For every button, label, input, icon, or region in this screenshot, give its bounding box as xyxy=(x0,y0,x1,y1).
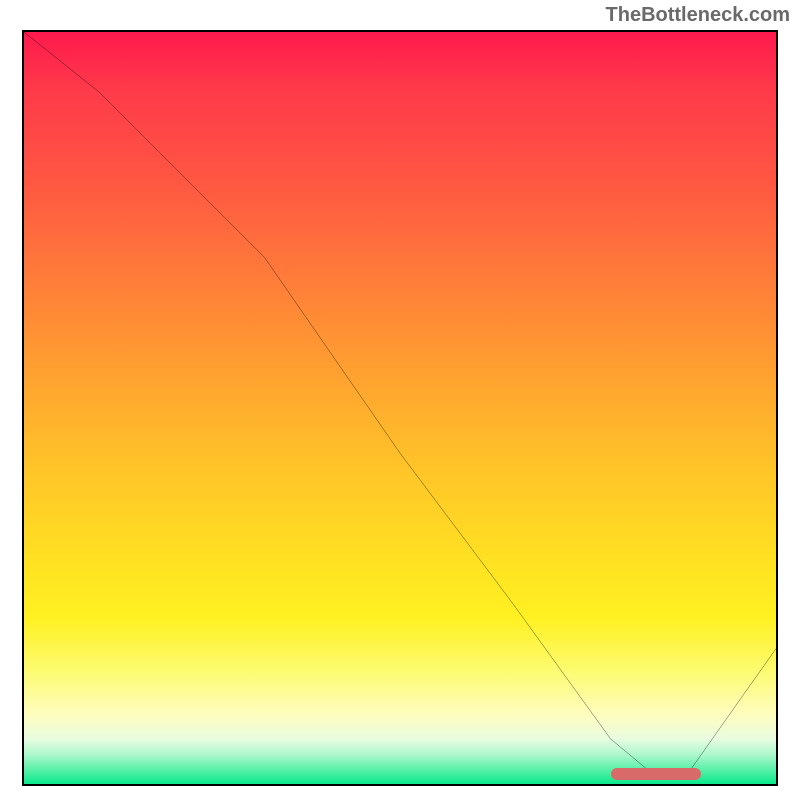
chart-plot-area xyxy=(22,30,778,786)
watermark-label: TheBottleneck.com xyxy=(606,4,790,27)
bottleneck-curve xyxy=(24,32,776,784)
curve-path xyxy=(24,32,776,776)
optimal-range-marker xyxy=(611,768,701,780)
